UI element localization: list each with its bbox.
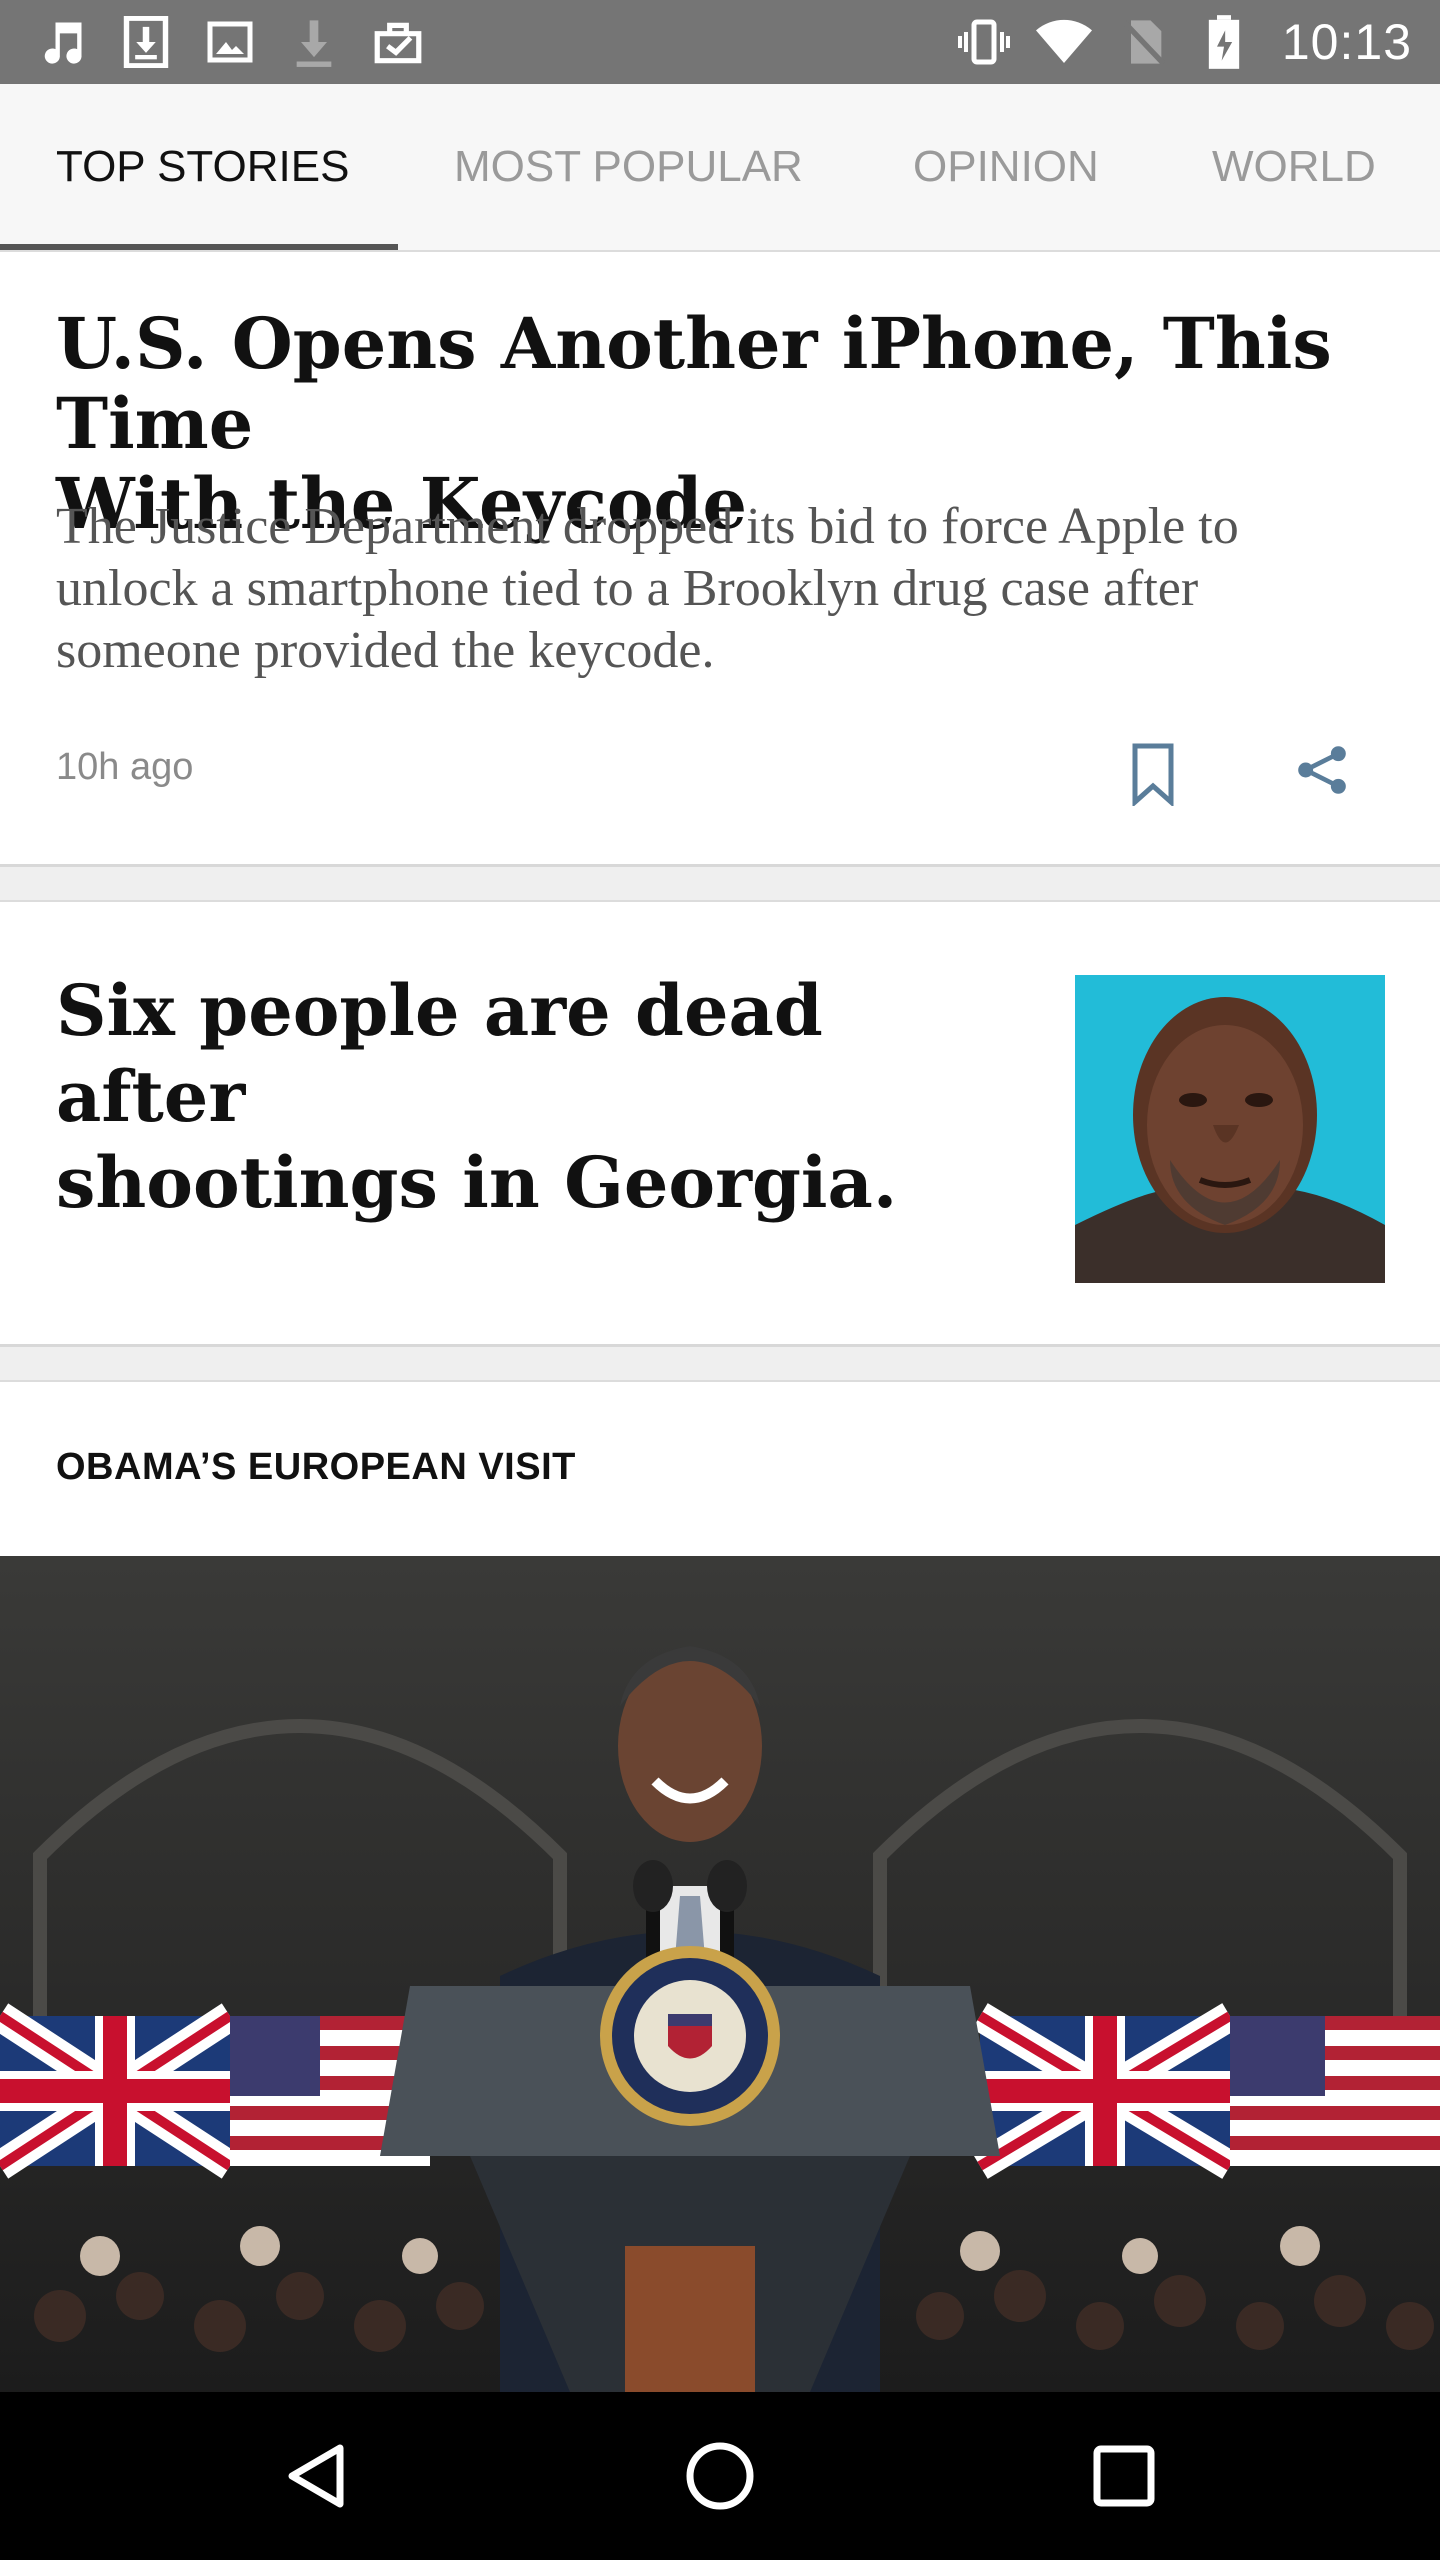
article-headline[interactable]: Six people are dead after shootings in G… — [56, 968, 1016, 1226]
back-icon[interactable] — [276, 2436, 356, 2516]
card-divider — [0, 1344, 1440, 1381]
no-sim-icon — [1116, 14, 1172, 70]
home-icon[interactable] — [680, 2436, 760, 2516]
summary-line: The Justice Department dropped its bid t… — [56, 498, 1239, 555]
article-timestamp: 10h ago — [56, 746, 194, 788]
tab-most-popular[interactable]: MOST POPULAR — [454, 84, 803, 250]
music-icon — [34, 14, 90, 70]
section-tabs: TOP STORIES MOST POPULAR OPINION WORLD — [0, 84, 1440, 252]
article-kicker[interactable]: OBAMA’S EUROPEAN VISIT — [56, 1446, 576, 1489]
system-icons: 10:13 — [956, 12, 1412, 72]
notification-icons — [34, 12, 426, 72]
battery-icon — [1196, 14, 1252, 70]
tab-world[interactable]: WORLD — [1212, 84, 1376, 250]
hero-photo[interactable] — [0, 1556, 1440, 2392]
clock: 10:13 — [1281, 14, 1412, 70]
tab-opinion[interactable]: OPINION — [913, 84, 1099, 250]
article-card[interactable]: U.S. Opens Another iPhone, This Time Wit… — [0, 252, 1440, 864]
recents-icon[interactable] — [1084, 2436, 1164, 2516]
wifi-icon — [1035, 14, 1092, 70]
image-icon — [202, 14, 258, 70]
photo-thumbnail[interactable] — [1075, 975, 1385, 1283]
tab-top-stories[interactable]: TOP STORIES — [56, 84, 349, 250]
bookmark-icon[interactable] — [1129, 742, 1177, 808]
vibrate-icon — [956, 14, 1012, 70]
status-bar: 10:13 — [0, 0, 1440, 84]
article-summary: The Justice Department dropped its bid t… — [56, 496, 1356, 682]
headline-line: shootings in Georgia. — [56, 1141, 898, 1224]
summary-line: someone provided the keycode. — [56, 622, 715, 679]
share-icon[interactable] — [1294, 742, 1350, 798]
briefcase-check-icon — [370, 14, 426, 70]
download-faded-icon — [286, 14, 342, 70]
active-tab-indicator — [0, 244, 398, 250]
headline-line: Six people are dead after — [56, 969, 823, 1138]
summary-line: unlock a smartphone tied to a Brooklyn d… — [56, 560, 1199, 617]
card-divider — [0, 864, 1440, 901]
headline-line: U.S. Opens Another iPhone, This Time — [56, 302, 1332, 465]
download-icon — [118, 14, 174, 70]
navigation-bar — [0, 2392, 1440, 2560]
article-card[interactable]: OBAMA’S EUROPEAN VISIT — [0, 1380, 1440, 1558]
